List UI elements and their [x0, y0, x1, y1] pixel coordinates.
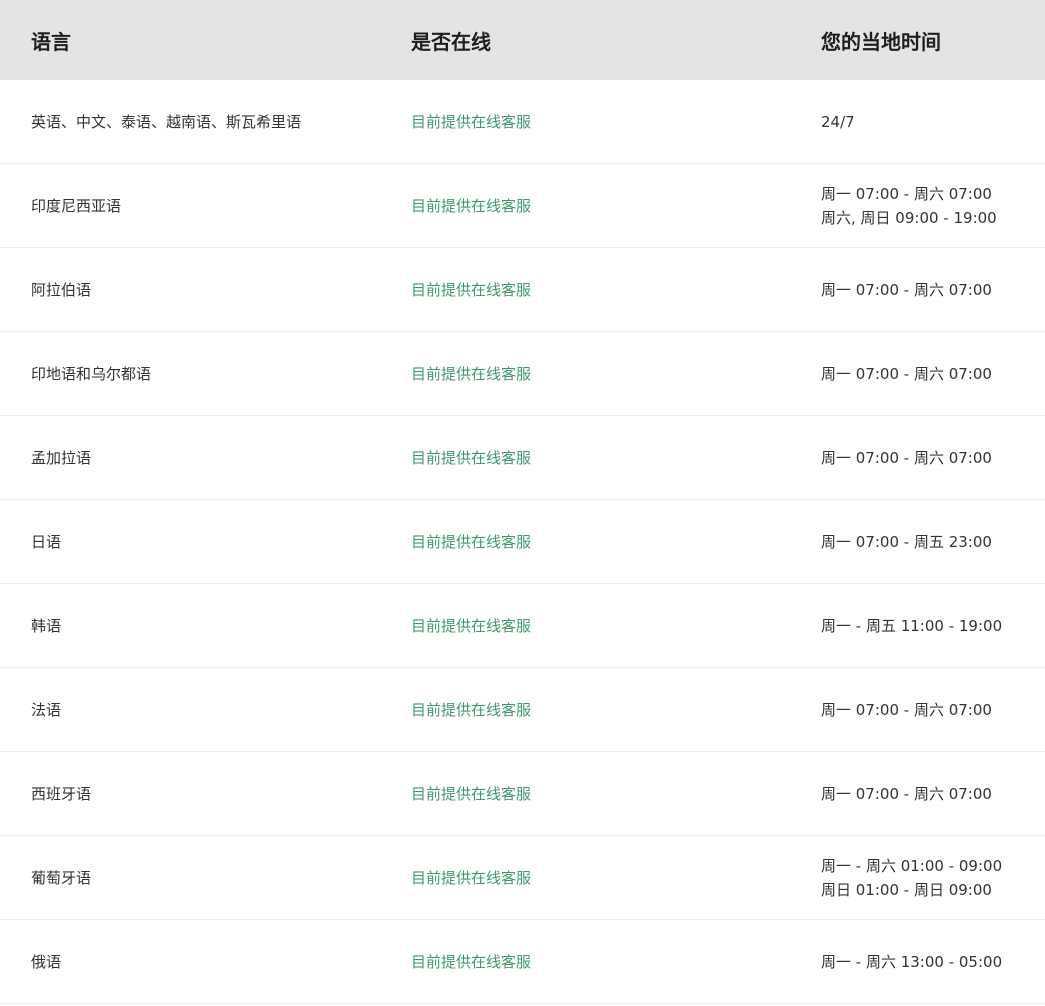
- time-cell: 周一 - 周六 13:00 - 05:00: [821, 950, 1045, 974]
- status-cell: 目前提供在线客服: [411, 952, 532, 971]
- table-row: 韩语 目前提供在线客服 周一 - 周五 11:00 - 19:00: [0, 584, 1045, 668]
- support-hours-table: 语言 是否在线 您的当地时间 英语、中文、泰语、越南语、斯瓦希里语 目前提供在线…: [0, 0, 1045, 1004]
- table-row: 法语 目前提供在线客服 周一 07:00 - 周六 07:00: [0, 668, 1045, 752]
- table-row: 日语 目前提供在线客服 周一 07:00 - 周五 23:00: [0, 500, 1045, 584]
- time-cell: 周一 07:00 - 周六 07:00: [821, 362, 1045, 386]
- time-line-secondary: 周六, 周日 09:00 - 19:00: [821, 208, 997, 227]
- status-cell: 目前提供在线客服: [411, 700, 532, 719]
- time-cell: 周一 07:00 - 周六 07:00: [821, 278, 1045, 302]
- time-cell: 周一 - 周五 11:00 - 19:00: [821, 614, 1045, 638]
- time-line: 周一 07:00 - 周六 07:00: [821, 700, 992, 719]
- language-cell: 孟加拉语: [31, 448, 92, 467]
- time-line: 24/7: [821, 112, 855, 131]
- time-line: 周一 - 周五 11:00 - 19:00: [821, 616, 1003, 635]
- table-row: 孟加拉语 目前提供在线客服 周一 07:00 - 周六 07:00: [0, 416, 1045, 500]
- header-language: 语言: [31, 29, 71, 54]
- status-cell: 目前提供在线客服: [411, 448, 532, 467]
- table-row: 阿拉伯语 目前提供在线客服 周一 07:00 - 周六 07:00: [0, 248, 1045, 332]
- language-cell: 西班牙语: [31, 784, 92, 803]
- table-header: 语言 是否在线 您的当地时间: [0, 0, 1045, 80]
- time-line: 周一 07:00 - 周六 07:00: [821, 448, 992, 467]
- status-cell: 目前提供在线客服: [411, 112, 532, 131]
- status-cell: 目前提供在线客服: [411, 532, 532, 551]
- time-cell: 周一 07:00 - 周六 07:00 周六, 周日 09:00 - 19:00: [821, 182, 1045, 230]
- time-cell: 周一 07:00 - 周六 07:00: [821, 446, 1045, 470]
- time-line: 周一 07:00 - 周六 07:00: [821, 364, 992, 383]
- time-line: 周一 07:00 - 周六 07:00: [821, 280, 992, 299]
- time-cell: 周一 - 周六 01:00 - 09:00 周日 01:00 - 周日 09:0…: [821, 854, 1045, 902]
- status-cell: 目前提供在线客服: [411, 616, 532, 635]
- language-cell: 阿拉伯语: [31, 280, 92, 299]
- time-line: 周一 07:00 - 周六 07:00: [821, 184, 992, 203]
- time-line: 周一 07:00 - 周五 23:00: [821, 532, 992, 551]
- time-cell: 周一 07:00 - 周六 07:00: [821, 782, 1045, 806]
- header-local-time: 您的当地时间: [821, 29, 941, 54]
- header-online: 是否在线: [411, 29, 491, 54]
- time-line-secondary: 周日 01:00 - 周日 09:00: [821, 880, 992, 899]
- table-row: 印地语和乌尔都语 目前提供在线客服 周一 07:00 - 周六 07:00: [0, 332, 1045, 416]
- language-cell: 俄语: [31, 952, 62, 971]
- table-row: 英语、中文、泰语、越南语、斯瓦希里语 目前提供在线客服 24/7: [0, 80, 1045, 164]
- language-cell: 印地语和乌尔都语: [31, 364, 152, 383]
- time-cell: 周一 07:00 - 周五 23:00: [821, 530, 1045, 554]
- table-row: 西班牙语 目前提供在线客服 周一 07:00 - 周六 07:00: [0, 752, 1045, 836]
- time-cell: 周一 07:00 - 周六 07:00: [821, 698, 1045, 722]
- language-cell: 法语: [31, 700, 62, 719]
- language-cell: 韩语: [31, 616, 62, 635]
- time-line: 周一 - 周六 13:00 - 05:00: [821, 952, 1003, 971]
- language-cell: 印度尼西亚语: [31, 196, 122, 215]
- status-cell: 目前提供在线客服: [411, 364, 532, 383]
- language-cell: 日语: [31, 532, 62, 551]
- status-cell: 目前提供在线客服: [411, 280, 532, 299]
- status-cell: 目前提供在线客服: [411, 196, 532, 215]
- language-cell: 英语、中文、泰语、越南语、斯瓦希里语: [31, 112, 302, 131]
- time-line: 周一 - 周六 01:00 - 09:00: [821, 856, 1003, 875]
- status-cell: 目前提供在线客服: [411, 784, 532, 803]
- table-row: 俄语 目前提供在线客服 周一 - 周六 13:00 - 05:00: [0, 920, 1045, 1004]
- status-cell: 目前提供在线客服: [411, 868, 532, 887]
- time-line: 周一 07:00 - 周六 07:00: [821, 784, 992, 803]
- language-cell: 葡萄牙语: [31, 868, 92, 887]
- table-row: 葡萄牙语 目前提供在线客服 周一 - 周六 01:00 - 09:00 周日 0…: [0, 836, 1045, 920]
- time-cell: 24/7: [821, 110, 1045, 134]
- table-row: 印度尼西亚语 目前提供在线客服 周一 07:00 - 周六 07:00 周六, …: [0, 164, 1045, 248]
